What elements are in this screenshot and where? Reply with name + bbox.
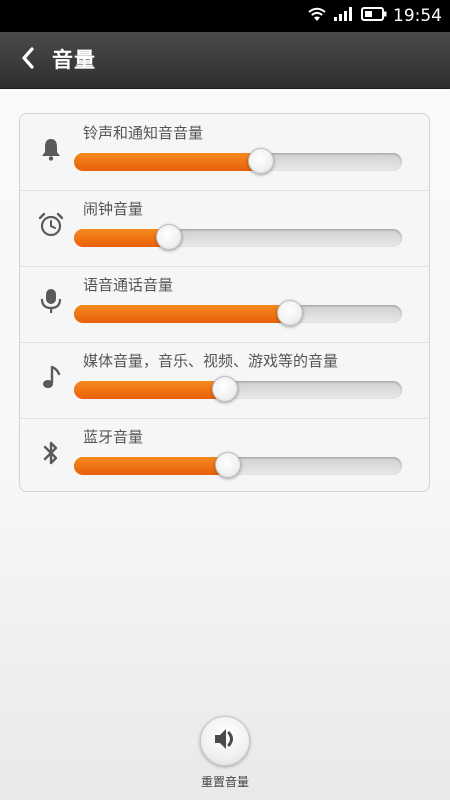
voice-call-volume-slider[interactable] xyxy=(74,300,402,326)
slider-thumb[interactable] xyxy=(277,300,303,326)
back-button[interactable] xyxy=(10,32,46,88)
bluetooth-volume-slider[interactable] xyxy=(74,452,402,478)
speaker-icon xyxy=(211,725,239,757)
ringtone-volume-label: 铃声和通知音音量 xyxy=(83,124,204,142)
volume-list: 铃声和通知音音量 闹钟音量 语音通话音量 媒体音量，音乐、视频、游戏等的音量 蓝… xyxy=(19,113,430,492)
slider-fill xyxy=(74,457,228,475)
ringtone-volume-slider[interactable] xyxy=(74,148,402,174)
status-bar: 19:54 xyxy=(0,0,450,32)
slider-track xyxy=(74,305,402,323)
bluetooth-icon xyxy=(38,440,64,466)
slider-thumb[interactable] xyxy=(215,452,241,478)
wifi-icon xyxy=(307,6,327,26)
alarm-clock-icon xyxy=(38,212,64,238)
bluetooth-volume-row: 蓝牙音量 xyxy=(20,418,429,491)
ringtone-volume-row: 铃声和通知音音量 xyxy=(20,114,429,191)
slider-thumb[interactable] xyxy=(212,376,238,402)
bell-icon xyxy=(38,136,64,162)
slider-fill xyxy=(74,153,261,171)
slider-track xyxy=(74,381,402,399)
alarm-volume-label: 闹钟音量 xyxy=(83,200,144,218)
app-header: 音量 xyxy=(0,32,450,89)
alarm-volume-slider[interactable] xyxy=(74,224,402,250)
slider-fill xyxy=(74,229,169,247)
voice-call-volume-label: 语音通话音量 xyxy=(83,276,174,294)
slider-thumb[interactable] xyxy=(156,224,182,250)
media-volume-row: 媒体音量，音乐、视频、游戏等的音量 xyxy=(20,342,429,419)
reset-volume-button[interactable] xyxy=(200,716,250,766)
reset-volume-label: 重置音量 xyxy=(200,775,249,789)
voice-call-volume-row: 语音通话音量 xyxy=(20,266,429,343)
slider-track xyxy=(74,229,402,247)
slider-fill xyxy=(74,305,290,323)
media-volume-label: 媒体音量，音乐、视频、游戏等的音量 xyxy=(83,352,339,370)
microphone-icon xyxy=(38,288,64,314)
battery-icon xyxy=(361,6,387,26)
alarm-volume-row: 闹钟音量 xyxy=(20,190,429,267)
slider-thumb[interactable] xyxy=(248,148,274,174)
signal-icon xyxy=(333,6,355,26)
status-icons: 19:54 xyxy=(307,0,442,32)
slider-fill xyxy=(74,381,225,399)
bluetooth-volume-label: 蓝牙音量 xyxy=(83,428,144,446)
status-time: 19:54 xyxy=(393,6,442,26)
music-note-icon xyxy=(38,364,64,390)
media-volume-slider[interactable] xyxy=(74,376,402,402)
page-title: 音量 xyxy=(52,48,96,72)
chevron-left-icon xyxy=(19,46,37,74)
slider-track xyxy=(74,153,402,171)
